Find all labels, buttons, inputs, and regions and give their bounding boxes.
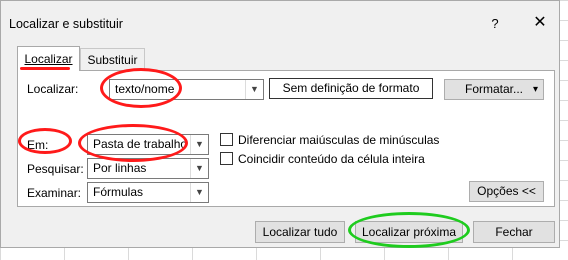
match-case-checkbox[interactable] xyxy=(220,133,233,146)
chevron-down-icon[interactable]: ▼ xyxy=(190,159,208,178)
match-entire-row[interactable]: Coincidir conteúdo da célula inteira xyxy=(220,152,425,166)
dialog-title: Localizar e substituir xyxy=(9,17,123,31)
tab-replace-label: Substituir xyxy=(87,53,138,67)
search-value: Por linhas xyxy=(93,161,147,175)
chevron-down-icon[interactable]: ▼ xyxy=(190,183,208,202)
format-dropdown-icon[interactable]: ▾ xyxy=(533,80,538,99)
match-case-row[interactable]: Diferenciar maiúsculas de minúsculas xyxy=(220,133,439,147)
look-in-combo[interactable]: Fórmulas ▼ xyxy=(87,182,209,203)
find-panel: Localizar: texto/nome ▼ Sem definição de… xyxy=(17,70,555,207)
find-what-combo[interactable]: texto/nome ▼ xyxy=(109,79,264,100)
find-what-label: Localizar: xyxy=(27,82,79,96)
format-button[interactable]: Formatar... ▾ xyxy=(444,79,544,100)
chevron-down-icon[interactable]: ▼ xyxy=(245,80,263,99)
options-button[interactable]: Opções << xyxy=(469,181,544,202)
close-button[interactable]: Fechar xyxy=(473,221,555,243)
within-value: Pasta de trabalho xyxy=(93,137,188,151)
look-in-value: Fórmulas xyxy=(93,185,144,199)
match-entire-checkbox[interactable] xyxy=(220,152,233,165)
tab-replace[interactable]: Substituir xyxy=(80,48,145,70)
match-entire-label: Coincidir conteúdo da célula inteira xyxy=(238,152,425,166)
look-in-label: Examinar: xyxy=(27,186,82,200)
within-label: Em: xyxy=(27,138,49,152)
help-button[interactable]: ? xyxy=(487,14,503,34)
annotation-underline-find-tab xyxy=(20,67,70,70)
format-preview: Sem definição de formato xyxy=(269,78,433,99)
close-icon[interactable]: ✕ xyxy=(529,12,551,34)
within-combo[interactable]: Pasta de trabalho ▼ xyxy=(87,134,209,155)
format-button-label: Formatar... xyxy=(464,82,523,96)
tab-find-label: Localizar xyxy=(24,52,73,66)
find-all-button[interactable]: Localizar tudo xyxy=(255,221,345,243)
match-case-label: Diferenciar maiúsculas de minúsculas xyxy=(238,133,440,147)
search-label: Pesquisar: xyxy=(27,162,84,176)
find-what-value: texto/nome xyxy=(115,82,175,96)
chevron-down-icon[interactable]: ▼ xyxy=(190,135,208,154)
find-next-button[interactable]: Localizar próxima xyxy=(355,221,463,243)
search-combo[interactable]: Por linhas ▼ xyxy=(87,158,209,179)
find-replace-dialog: Localizar e substituir ? ✕ Localizar Sub… xyxy=(0,0,560,248)
